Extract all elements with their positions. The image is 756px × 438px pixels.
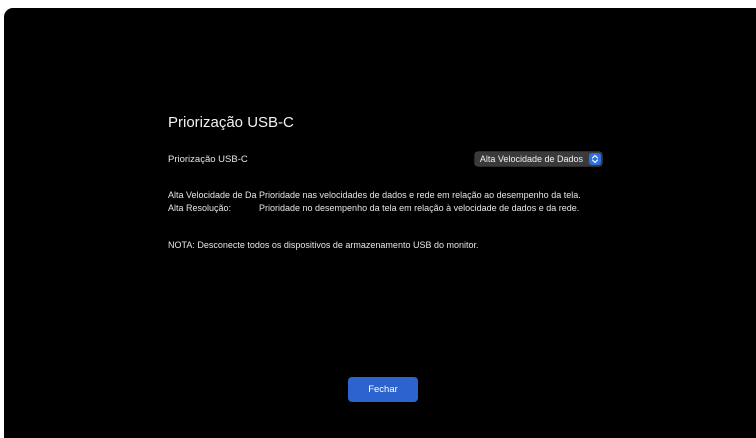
page-title: Priorização USB-C — [168, 114, 294, 131]
description-key: Alta Velocidade de Dados: — [168, 190, 257, 200]
usb-c-priority-selected-value: Alta Velocidade de Dados — [479, 154, 583, 164]
description-value: Prioridade nas velocidades de dados e re… — [259, 190, 581, 200]
usb-c-priority-select[interactable]: Alta Velocidade de Dados — [474, 152, 602, 166]
close-button[interactable]: Fechar — [348, 377, 418, 402]
description-key: Alta Resolução: — [168, 203, 232, 213]
usb-c-priority-row: Priorização USB-C Alta Velocidade de Dad… — [168, 151, 604, 167]
description-value: Prioridade no desempenho da tela em rela… — [259, 203, 580, 213]
dialog-window: Priorização USB-C Priorização USB-C Alta… — [4, 8, 756, 438]
chevron-up-down-icon — [589, 153, 601, 165]
note-text: NOTA: Desconecte todos os dispositivos d… — [168, 240, 479, 250]
usb-c-priority-label: Priorização USB-C — [168, 154, 248, 165]
